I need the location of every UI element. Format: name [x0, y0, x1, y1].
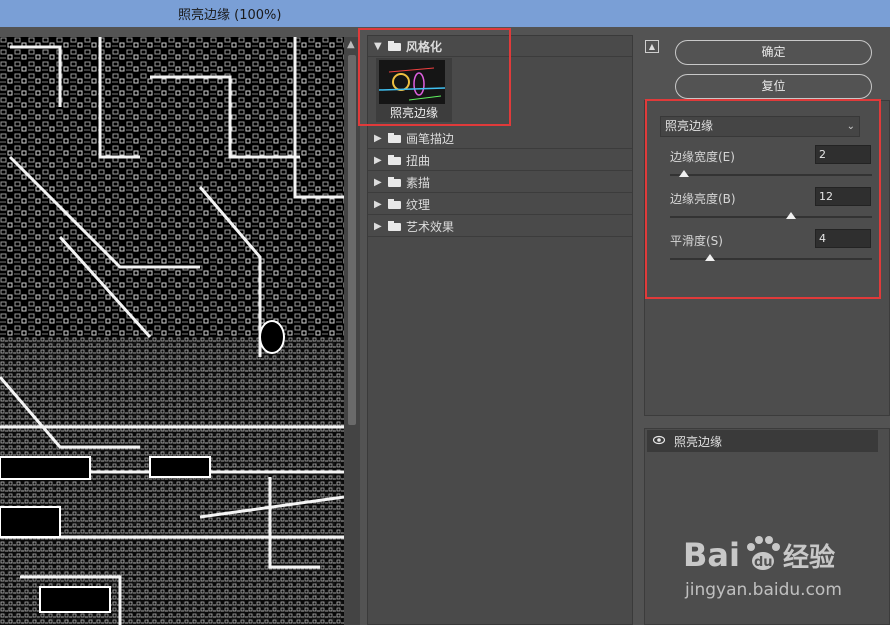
collapsed-triangle-icon: ▶ — [374, 176, 382, 188]
svg-text:Bai: Bai — [683, 536, 740, 574]
collapse-gallery-icon[interactable]: ▲ — [645, 40, 659, 53]
folder-texture[interactable]: ▶ 纹理 — [368, 194, 632, 215]
folder-icon — [388, 155, 402, 165]
folder-label: 扭曲 — [406, 153, 431, 168]
folder-artistic[interactable]: ▶ 艺术效果 — [368, 216, 632, 237]
ok-button[interactable]: 确定 — [675, 40, 872, 65]
highlight-box-gallery — [358, 28, 511, 126]
folder-label: 画笔描边 — [406, 131, 455, 146]
collapsed-triangle-icon: ▶ — [374, 132, 382, 144]
folder-icon — [388, 133, 402, 143]
folder-label: 艺术效果 — [406, 219, 455, 234]
title-bar: 照亮边缘 (100%) — [0, 0, 890, 27]
collapsed-triangle-icon: ▶ — [374, 220, 382, 232]
filter-preview-canvas[interactable] — [0, 37, 344, 625]
eye-icon[interactable] — [653, 434, 665, 446]
folder-label: 纹理 — [406, 197, 431, 212]
highlight-box-settings — [645, 99, 881, 299]
folder-brush-strokes[interactable]: ▶ 画笔描边 — [368, 128, 632, 149]
effect-layer-name: 照亮边缘 — [674, 435, 723, 449]
svg-text:经验: 经验 — [783, 542, 835, 573]
reset-button[interactable]: 复位 — [675, 74, 872, 99]
scrollbar-thumb[interactable] — [348, 55, 356, 425]
folder-sketch[interactable]: ▶ 素描 — [368, 172, 632, 193]
svg-text:du: du — [754, 555, 773, 570]
collapsed-triangle-icon: ▶ — [374, 154, 382, 166]
watermark-url: jingyan.baidu.com — [685, 580, 842, 600]
folder-icon — [388, 177, 402, 187]
folder-icon — [388, 199, 402, 209]
baidu-paw-logo: Bai du 经验 — [683, 536, 835, 574]
window-title: 照亮边缘 (100%) — [178, 8, 282, 23]
baidu-watermark: Bai du 经验 jingyan.baidu.com — [683, 528, 883, 608]
folder-icon — [388, 221, 402, 231]
collapsed-triangle-icon: ▶ — [374, 198, 382, 210]
folder-label: 素描 — [406, 175, 431, 190]
scroll-up-icon[interactable]: ▲ — [347, 39, 355, 50]
folder-distort[interactable]: ▶ 扭曲 — [368, 150, 632, 171]
preview-image — [0, 37, 344, 625]
